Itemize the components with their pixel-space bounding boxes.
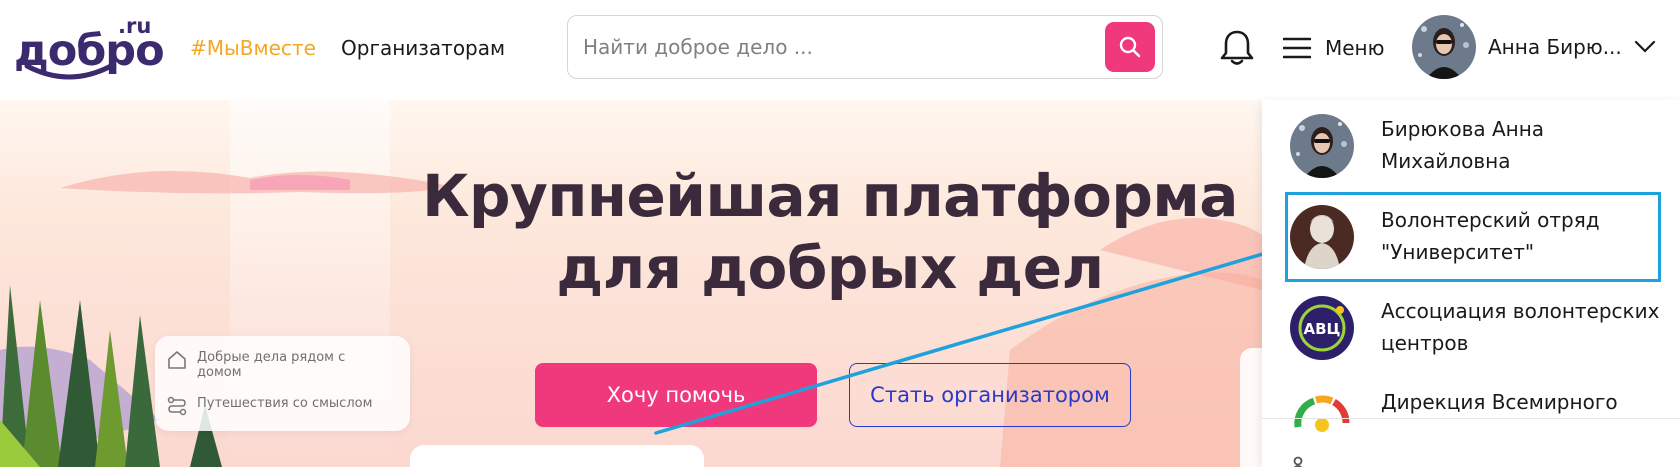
account-switcher-dropdown: Бирюкова Анна Михайловна Волонтерский от…	[1262, 100, 1680, 467]
dropdown-divider	[1262, 418, 1680, 419]
become-organizer-button[interactable]: Стать организатором	[849, 363, 1131, 427]
feature-item-nearby[interactable]: Добрые дела рядом с домом	[167, 350, 377, 380]
hero-title-line2: для добрых дел	[556, 234, 1104, 302]
avatar	[1412, 15, 1476, 79]
account-name: Ассоциация волонтерских центров	[1381, 299, 1660, 355]
home-icon	[168, 351, 186, 369]
user-menu-button[interactable]: Анна Бирю...	[1412, 15, 1656, 79]
want-to-help-button[interactable]: Хочу помочь	[535, 363, 817, 427]
avatar-statue-icon	[1290, 205, 1354, 269]
search-icon	[1119, 36, 1141, 58]
account-name: Волонтерский отряд "Университет"	[1381, 208, 1600, 264]
feature-card[interactable]: Добрые дела рядом с домом Путешествия со…	[155, 336, 410, 431]
account-name: Дирекция Всемирного	[1381, 390, 1618, 414]
search-input[interactable]	[583, 30, 1063, 64]
avatar	[1290, 114, 1354, 178]
logo-smile-icon	[24, 63, 114, 80]
feature-item-travel-label: Путешествия со смыслом	[197, 396, 373, 411]
avc-logo-text: АВЦ	[1304, 320, 1341, 338]
account-item-avc[interactable]: АВЦ Ассоциация волонтерских центров	[1262, 282, 1680, 372]
chevron-down-icon	[1634, 40, 1656, 53]
menu-label: Меню	[1325, 36, 1385, 60]
info-card-bottom	[410, 445, 704, 467]
search-box	[567, 15, 1163, 79]
bell-icon[interactable]	[1218, 28, 1256, 68]
hamburger-icon	[1283, 37, 1311, 59]
feature-item-nearby-label: Добрые дела рядом с домом	[197, 350, 346, 380]
route-icon	[167, 396, 187, 416]
menu-button[interactable]: Меню	[1283, 30, 1384, 66]
search-button[interactable]	[1105, 22, 1155, 72]
account-name: Бирюкова Анна Михайловна	[1381, 117, 1545, 173]
account-item-personal[interactable]: Бирюкова Анна Михайловна	[1262, 100, 1680, 190]
hero-title: Крупнейшая платформа для добрых дел	[350, 160, 1310, 304]
settings-icon[interactable]	[1292, 455, 1312, 467]
logo[interactable]: .ru добро	[14, 14, 165, 80]
nav-together-link[interactable]: #МыВместе	[190, 34, 316, 62]
site-header: .ru добро #МыВместе Организаторам Найти …	[0, 0, 1680, 100]
page: .ru добро #МыВместе Организаторам Найти …	[0, 0, 1680, 467]
feature-item-travel[interactable]: Путешествия со смыслом	[167, 396, 377, 416]
user-name: Анна Бирю...	[1488, 35, 1622, 59]
avc-logo-icon: АВЦ	[1290, 296, 1354, 360]
account-item-volunteer-squad[interactable]: Волонтерский отряд "Университет"	[1262, 191, 1680, 282]
hero-title-line1: Крупнейшая платформа	[422, 162, 1238, 230]
nav-organizers-link[interactable]: Организаторам	[341, 34, 505, 62]
colorful-logo-icon	[1290, 387, 1354, 451]
